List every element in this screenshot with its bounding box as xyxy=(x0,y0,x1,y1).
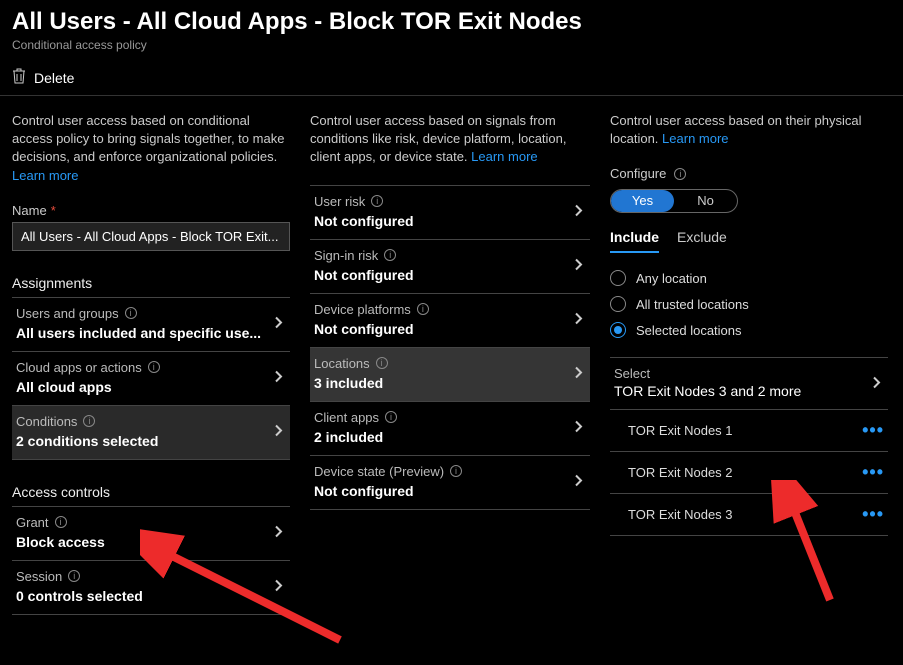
learn-more-link[interactable]: Learn more xyxy=(471,149,537,164)
session-item[interactable]: Sessioni 0 controls selected xyxy=(12,561,290,615)
device-state-item[interactable]: Device state (Preview)i Not configured xyxy=(310,456,590,510)
info-icon: i xyxy=(450,465,462,477)
chevron-right-icon xyxy=(574,204,584,221)
conditions-item[interactable]: Conditionsi 2 conditions selected xyxy=(12,406,290,460)
signin-risk-item[interactable]: Sign-in riski Not configured xyxy=(310,240,590,294)
chevron-right-icon xyxy=(274,316,284,333)
info-icon: i xyxy=(148,361,160,373)
delete-button[interactable]: Delete xyxy=(12,68,74,87)
more-icon[interactable]: ••• xyxy=(862,462,884,483)
toggle-yes[interactable]: Yes xyxy=(611,190,674,212)
col2-intro: Control user access based on signals fro… xyxy=(310,112,590,167)
locations-item[interactable]: Locationsi 3 included xyxy=(310,348,590,402)
info-icon: i xyxy=(384,249,396,261)
name-input[interactable] xyxy=(12,222,290,251)
users-groups-item[interactable]: Users and groupsi All users included and… xyxy=(12,298,290,352)
radio-icon xyxy=(610,296,626,312)
info-icon: i xyxy=(68,570,80,582)
radio-selected-locations[interactable]: Selected locations xyxy=(610,317,888,343)
chevron-right-icon xyxy=(274,579,284,596)
radio-any-location[interactable]: Any location xyxy=(610,265,888,291)
chevron-right-icon xyxy=(274,370,284,387)
chevron-right-icon xyxy=(872,375,882,392)
chevron-right-icon xyxy=(574,366,584,383)
location-row[interactable]: TOR Exit Nodes 1 ••• xyxy=(610,410,888,452)
user-risk-item[interactable]: User riski Not configured xyxy=(310,186,590,240)
info-icon: i xyxy=(417,303,429,315)
info-icon: i xyxy=(125,307,137,319)
chevron-right-icon xyxy=(574,474,584,491)
name-label: Name* xyxy=(12,203,290,218)
configure-label: Configure xyxy=(610,166,666,181)
info-icon: i xyxy=(385,411,397,423)
chevron-right-icon xyxy=(574,420,584,437)
cloud-apps-item[interactable]: Cloud apps or actionsi All cloud apps xyxy=(12,352,290,406)
configure-toggle[interactable]: Yes No xyxy=(610,189,738,213)
location-row[interactable]: TOR Exit Nodes 3 ••• xyxy=(610,494,888,536)
chevron-right-icon xyxy=(274,424,284,441)
trash-icon xyxy=(12,68,26,87)
info-icon: i xyxy=(55,516,67,528)
location-row[interactable]: TOR Exit Nodes 2 ••• xyxy=(610,452,888,494)
more-icon[interactable]: ••• xyxy=(862,504,884,525)
learn-more-link[interactable]: Learn more xyxy=(662,131,728,146)
info-icon: i xyxy=(376,357,388,369)
info-icon: i xyxy=(674,168,686,180)
chevron-right-icon xyxy=(274,525,284,542)
toggle-no[interactable]: No xyxy=(674,190,737,212)
client-apps-item[interactable]: Client appsi 2 included xyxy=(310,402,590,456)
chevron-right-icon xyxy=(574,312,584,329)
more-icon[interactable]: ••• xyxy=(862,420,884,441)
radio-icon xyxy=(610,270,626,286)
tab-exclude[interactable]: Exclude xyxy=(677,229,727,253)
assignments-header: Assignments xyxy=(12,267,290,298)
page-subtitle: Conditional access policy xyxy=(12,38,891,52)
col3-intro: Control user access based on their physi… xyxy=(610,112,888,148)
radio-trusted-locations[interactable]: All trusted locations xyxy=(610,291,888,317)
info-icon: i xyxy=(83,415,95,427)
col1-intro: Control user access based on conditional… xyxy=(12,112,290,185)
delete-label: Delete xyxy=(34,70,74,86)
access-controls-header: Access controls xyxy=(12,476,290,507)
device-platforms-item[interactable]: Device platformsi Not configured xyxy=(310,294,590,348)
page-title: All Users - All Cloud Apps - Block TOR E… xyxy=(12,8,891,36)
tab-include[interactable]: Include xyxy=(610,229,659,253)
info-icon: i xyxy=(371,195,383,207)
select-locations[interactable]: Select TOR Exit Nodes 3 and 2 more xyxy=(610,358,888,410)
chevron-right-icon xyxy=(574,258,584,275)
radio-icon xyxy=(610,322,626,338)
learn-more-link[interactable]: Learn more xyxy=(12,168,78,183)
grant-item[interactable]: Granti Block access xyxy=(12,507,290,561)
